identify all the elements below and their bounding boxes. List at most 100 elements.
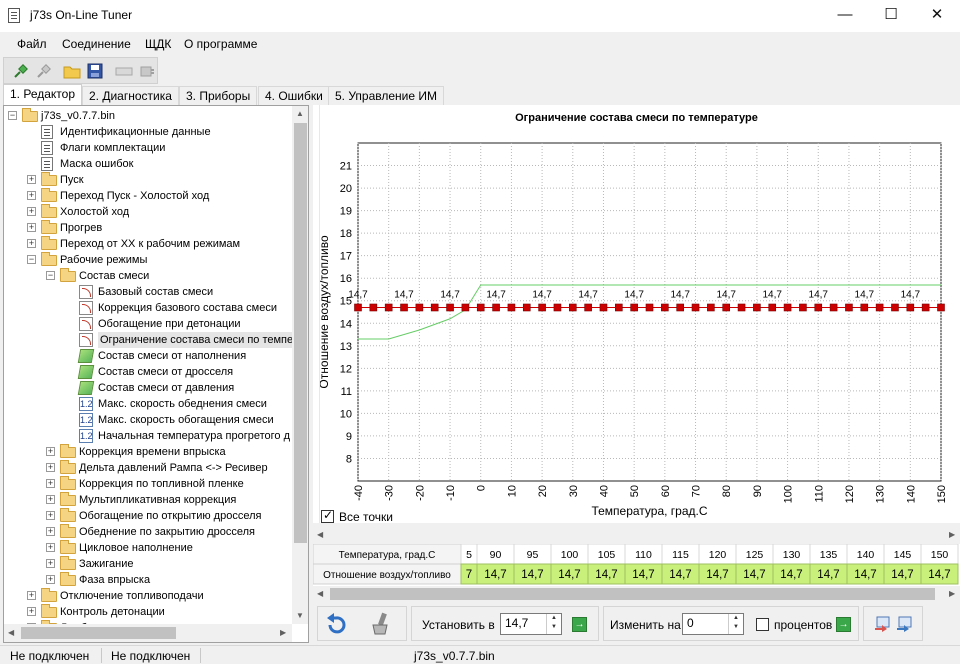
undo-icon[interactable] <box>324 613 348 635</box>
collapse-icon[interactable]: − <box>27 255 36 264</box>
chart-scroll-right-icon[interactable]: ▶ <box>949 530 955 539</box>
apply-set-value-button[interactable]: → <box>572 617 587 632</box>
data-point[interactable] <box>707 303 715 312</box>
expand-icon[interactable]: + <box>46 495 55 504</box>
expand-icon[interactable]: + <box>46 559 55 568</box>
tree-item[interactable]: Идентификационные данные <box>4 124 292 140</box>
data-grid-svg[interactable]: Температура, град.С Отношение воздух/топл… <box>313 544 960 586</box>
tree-item[interactable]: + Отключение топливоподачи <box>4 588 292 604</box>
expand-icon[interactable]: + <box>27 607 36 616</box>
tree-item[interactable]: + Холостой ход <box>4 204 292 220</box>
data-point[interactable] <box>722 303 731 312</box>
data-point[interactable] <box>891 303 899 312</box>
expand-icon[interactable]: + <box>46 575 55 584</box>
data-point[interactable] <box>384 303 393 312</box>
scroll-left-icon[interactable]: ◀ <box>8 628 14 637</box>
change-value-spinner[interactable]: ▲ ▼ <box>728 614 743 634</box>
expand-icon[interactable]: + <box>46 543 55 552</box>
tree-item[interactable]: Коррекция базового состава смеси <box>4 300 292 316</box>
data-point[interactable] <box>691 303 700 312</box>
tab-editor[interactable]: 1. Редактор <box>3 84 82 105</box>
disconnect-icon[interactable] <box>35 62 53 80</box>
percent-checkbox[interactable] <box>756 618 769 631</box>
tree-item[interactable]: + Пуск <box>4 172 292 188</box>
tree-item[interactable]: + Обеднение по закрытию дросселя <box>4 524 292 540</box>
change-value-input[interactable]: 0 ▲ ▼ <box>682 613 744 635</box>
expand-icon[interactable]: + <box>27 591 36 600</box>
expand-icon[interactable]: + <box>27 175 36 184</box>
show-all-points-checkbox[interactable] <box>321 508 334 523</box>
grid-scroll-right-icon[interactable]: ▶ <box>949 589 955 598</box>
data-point[interactable] <box>829 303 838 312</box>
data-point[interactable] <box>476 303 485 312</box>
tree-item[interactable]: + Зажигание <box>4 556 292 572</box>
chart-svg[interactable]: -40 -30 -20 -10 0 10 20 30 40 50 60 70 80 90 100 110 120… <box>313 123 960 523</box>
data-point[interactable] <box>430 303 439 312</box>
data-point[interactable] <box>860 303 869 312</box>
expand-icon[interactable]: + <box>46 479 55 488</box>
data-point[interactable] <box>783 303 792 312</box>
ecu-icon[interactable] <box>115 62 133 80</box>
tree-item[interactable]: + Переход Пуск - Холостой ход <box>4 188 292 204</box>
grid-scroll-left-icon[interactable]: ◀ <box>317 589 323 598</box>
tree-item[interactable]: Базовый состав смеси <box>4 284 292 300</box>
tree-item[interactable]: + Обогащение по открытию дросселя <box>4 508 292 524</box>
collapse-icon[interactable]: − <box>8 111 17 120</box>
scroll-up-icon[interactable]: ▲ <box>296 109 304 118</box>
data-point[interactable] <box>354 303 362 312</box>
data-point[interactable] <box>446 303 454 312</box>
data-point[interactable] <box>921 303 930 312</box>
expand-icon[interactable]: + <box>46 463 55 472</box>
brush-icon[interactable] <box>368 611 394 637</box>
data-point[interactable] <box>845 303 853 312</box>
tree-vertical-scrollbar[interactable]: ▲ ▼ <box>292 106 308 624</box>
menu-about[interactable]: О программе <box>184 37 257 51</box>
data-point[interactable] <box>676 303 684 312</box>
expand-icon[interactable]: + <box>27 191 36 200</box>
import-icon[interactable] <box>874 616 892 632</box>
expand-icon[interactable]: + <box>46 527 55 536</box>
tab-actuators[interactable]: 5. Управление ИМ <box>328 86 445 105</box>
tree-item[interactable]: − j73s_v0.7.7.bin <box>4 108 292 124</box>
data-point[interactable] <box>507 303 516 312</box>
scroll-right-icon[interactable]: ▶ <box>280 628 286 637</box>
menu-file[interactable]: Файл <box>17 37 47 51</box>
tree-item[interactable]: + Коррекция времени впрыска <box>4 444 292 460</box>
data-point[interactable] <box>599 303 608 312</box>
data-point[interactable] <box>661 303 669 312</box>
tree-item[interactable]: + Цикловое наполнение <box>4 540 292 556</box>
tree-item[interactable]: Обогащение при детонации <box>4 316 292 332</box>
tree-horizontal-scrollbar[interactable]: ◀ ▶ <box>4 624 292 642</box>
tree-item[interactable]: + Дельта давлений Рампа <-> Ресивер <box>4 460 292 476</box>
tree-item[interactable]: + Коррекция по топливной пленке <box>4 476 292 492</box>
tree-item[interactable]: Маска ошибок <box>4 156 292 172</box>
tree-item[interactable]: + Фаза впрыска <box>4 572 292 588</box>
export-icon[interactable] <box>896 616 914 632</box>
tree-item[interactable]: 1.2 Начальная температура прогретого д <box>4 428 292 444</box>
expand-icon[interactable]: + <box>46 447 55 456</box>
data-point[interactable] <box>568 303 577 312</box>
data-point[interactable] <box>492 303 500 312</box>
tab-errors[interactable]: 4. Ошибки <box>258 86 330 105</box>
tree-item[interactable]: + Прогрев <box>4 220 292 236</box>
tree-item[interactable]: + Мультипликативная коррекция <box>4 492 292 508</box>
data-point[interactable] <box>538 303 546 312</box>
data-point[interactable] <box>400 303 408 312</box>
maximize-button[interactable]: ☐ <box>868 0 914 32</box>
tree-hscroll-thumb[interactable] <box>21 627 176 639</box>
set-value-spinner[interactable]: ▲ ▼ <box>546 614 561 634</box>
data-point[interactable] <box>415 303 424 312</box>
tree-item[interactable]: Состав смеси от наполнения <box>4 348 292 364</box>
data-point[interactable] <box>615 303 623 312</box>
collapse-icon[interactable]: − <box>46 271 55 280</box>
data-point[interactable] <box>584 303 592 312</box>
tree-item[interactable]: + Переход от ХХ к рабочим режимам <box>4 236 292 252</box>
open-folder-icon[interactable] <box>63 62 81 80</box>
set-value-input[interactable]: 14,7 ▲ ▼ <box>500 613 562 635</box>
close-button[interactable]: ✕ <box>914 0 960 32</box>
tree-item[interactable]: Ограничение состава смеси по темпе <box>4 332 292 348</box>
plug-icon[interactable] <box>138 62 156 80</box>
tree-item[interactable]: 1.2 Макс. скорость обеднения смеси <box>4 396 292 412</box>
data-point[interactable] <box>937 303 945 312</box>
tree-item[interactable]: + Контроль детонации <box>4 604 292 620</box>
